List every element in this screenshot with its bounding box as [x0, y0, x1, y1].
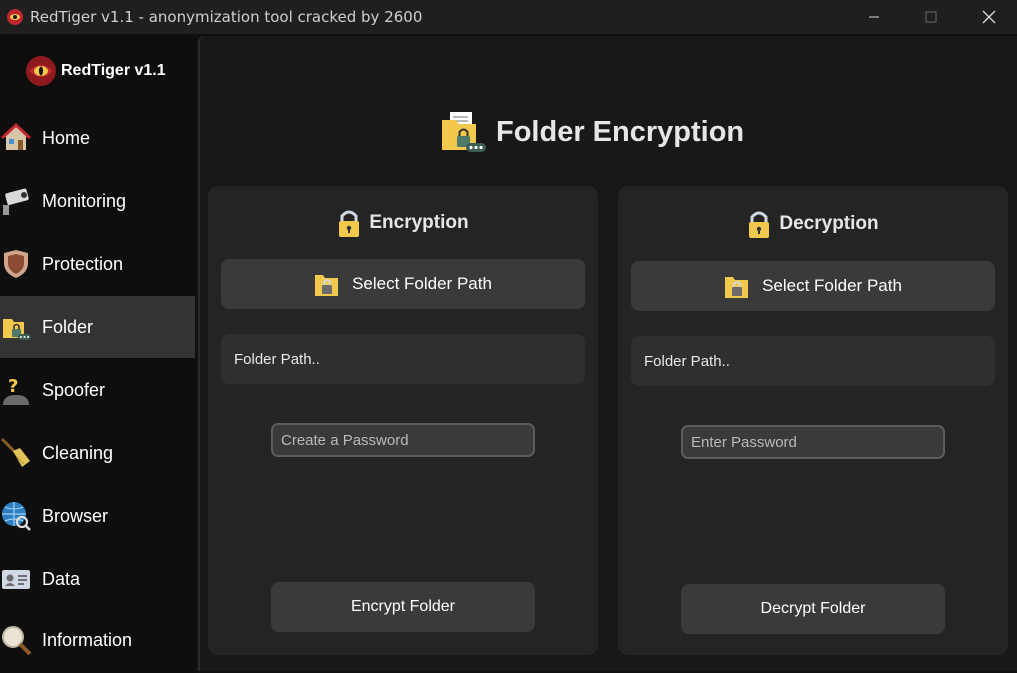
id-card-icon — [2, 570, 30, 589]
brand-name: RedTiger v1.1 — [61, 62, 166, 79]
page-header: Folder Encryption — [440, 108, 744, 156]
decryption-header: Decryption — [618, 209, 1008, 239]
folder-lock-icon — [3, 319, 31, 340]
window-title: RedTiger v1.1 - anonymization tool crack… — [30, 8, 423, 26]
sidebar-item-label: Monitoring — [42, 190, 127, 211]
encrypt-folder-button[interactable]: Encrypt Folder — [271, 582, 535, 632]
select-folder-label: Select Folder Path — [352, 274, 492, 293]
title-bar: RedTiger v1.1 - anonymization tool crack… — [0, 0, 1017, 34]
broom-icon — [0, 437, 30, 467]
encryption-panel: Encryption Select Folder Path Folder Pat… — [208, 186, 598, 655]
sidebar-item-protection[interactable]: Protection — [0, 233, 195, 295]
folder-path-display: Folder Path.. — [221, 334, 585, 384]
padlock-icon — [749, 211, 770, 238]
padlock-icon — [339, 210, 360, 237]
sidebar-item-label: Information — [42, 629, 133, 650]
maximize-button[interactable] — [902, 0, 960, 34]
sidebar-item-label: Spoofer — [42, 379, 106, 400]
sidebar-item-label: Data — [42, 568, 81, 589]
minimize-icon — [869, 16, 879, 18]
sidebar-item-label: Home — [42, 127, 91, 148]
sidebar-item-information[interactable]: Information — [0, 609, 195, 671]
svg-text:?: ? — [8, 376, 18, 397]
decrypt-folder-button[interactable]: Decrypt Folder — [681, 584, 945, 634]
camera-icon — [3, 188, 29, 215]
close-button[interactable] — [960, 0, 1017, 34]
select-folder-label: Select Folder Path — [762, 276, 902, 295]
folder-lock-icon — [725, 277, 749, 298]
sidebar-item-label: Cleaning — [42, 442, 114, 463]
sidebar-item-folder[interactable]: Folder — [0, 296, 195, 358]
create-password-input[interactable] — [271, 423, 535, 457]
tiger-eye-logo-icon — [26, 56, 56, 86]
brand: RedTiger v1.1 — [25, 55, 166, 87]
sidebar: RedTiger v1.1 Home Monitoring Protection — [0, 34, 195, 673]
sidebar-item-label: Protection — [42, 253, 124, 274]
sidebar-item-monitoring[interactable]: Monitoring — [0, 170, 195, 232]
globe-search-icon — [2, 502, 31, 531]
sidebar-item-cleaning[interactable]: Cleaning — [0, 422, 195, 484]
sidebar-item-browser[interactable]: Browser — [0, 485, 195, 547]
sidebar-item-label: Folder — [42, 316, 94, 337]
select-folder-button[interactable]: Select Folder Path — [631, 261, 995, 311]
page-title: Folder Encryption — [496, 115, 745, 148]
shield-icon — [4, 250, 28, 278]
sidebar-item-home[interactable]: Home — [0, 107, 195, 169]
encryption-header: Encryption — [208, 208, 598, 238]
folder-path-display: Folder Path.. — [631, 336, 995, 386]
select-folder-button[interactable]: Select Folder Path — [221, 259, 585, 309]
sidebar-item-data[interactable]: Data — [0, 548, 195, 610]
decryption-panel: Decryption Select Folder Path Folder Pat… — [618, 186, 1008, 655]
encryption-title: Encryption — [369, 212, 469, 233]
folder-lock-icon — [442, 112, 486, 152]
incognito-user-icon: ? — [3, 376, 29, 405]
enter-password-input[interactable] — [681, 425, 945, 459]
home-icon — [0, 122, 32, 150]
app-logo-icon — [7, 9, 23, 25]
sidebar-item-label: Browser — [42, 505, 109, 526]
folder-lock-icon — [315, 275, 339, 296]
magnifier-icon — [2, 626, 32, 656]
decryption-title: Decryption — [779, 213, 879, 234]
maximize-icon — [925, 11, 937, 23]
minimize-button[interactable] — [845, 0, 903, 34]
sidebar-item-spoofer[interactable]: ? Spoofer — [0, 359, 195, 421]
close-icon — [982, 10, 996, 24]
